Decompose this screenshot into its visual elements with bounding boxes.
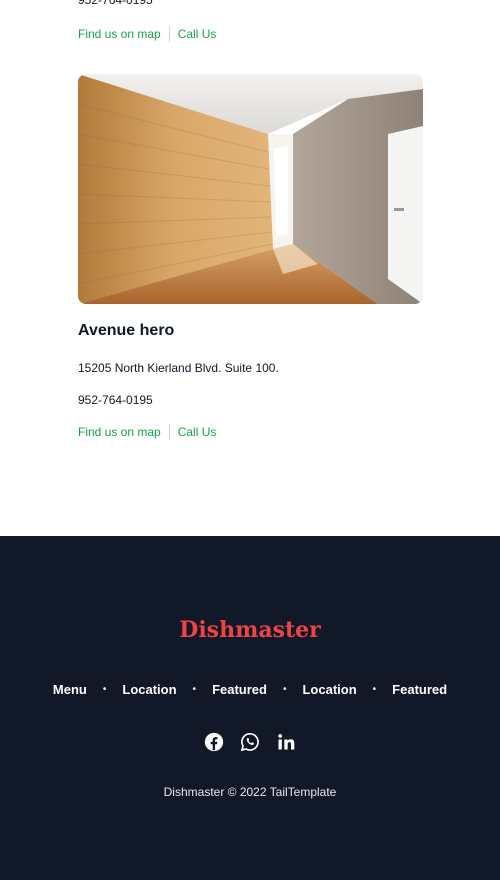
location-phone: 952-764-0195 xyxy=(78,0,153,7)
link-divider xyxy=(168,26,170,42)
location-links: Find us on map Call Us xyxy=(78,26,216,42)
location-address: 15205 North Kierland Blvd. Suite 100. xyxy=(78,361,279,375)
nav-separator-dot: • xyxy=(102,684,107,695)
location-photo xyxy=(78,74,423,304)
nav-separator-dot: • xyxy=(282,684,287,695)
facebook-icon[interactable] xyxy=(204,732,224,752)
location-links: Find us on map Call Us xyxy=(78,424,216,440)
whatsapp-icon[interactable] xyxy=(240,732,260,752)
nav-separator-dot: • xyxy=(372,684,377,695)
footer: Dishmaster Menu • Location • Featured • … xyxy=(0,536,500,880)
footer-brand-logo[interactable]: Dishmaster xyxy=(0,617,500,643)
footer-nav-location[interactable]: Location xyxy=(122,682,176,697)
copyright-text: Dishmaster © 2022 TailTemplate xyxy=(163,785,337,799)
linkedin-icon[interactable] xyxy=(276,732,296,752)
call-us-link[interactable]: Call Us xyxy=(178,27,217,41)
footer-nav-featured[interactable]: Featured xyxy=(212,682,267,697)
link-divider xyxy=(168,424,170,440)
nav-separator-dot: • xyxy=(192,684,197,695)
page: 952-764-0195 Find us on map Call Us Aven… xyxy=(0,0,500,880)
find-on-map-link[interactable]: Find us on map xyxy=(78,27,161,41)
social-links xyxy=(0,732,500,752)
location-phone: 952-764-0195 xyxy=(78,393,153,407)
footer-nav-featured[interactable]: Featured xyxy=(392,682,447,697)
footer-nav: Menu • Location • Featured • Location • … xyxy=(0,682,500,697)
footer-nav-location[interactable]: Location xyxy=(302,682,356,697)
footer-nav-menu[interactable]: Menu xyxy=(53,682,87,697)
find-on-map-link[interactable]: Find us on map xyxy=(78,425,161,439)
location-title: Avenue hero xyxy=(78,322,175,339)
call-us-link[interactable]: Call Us xyxy=(178,425,217,439)
